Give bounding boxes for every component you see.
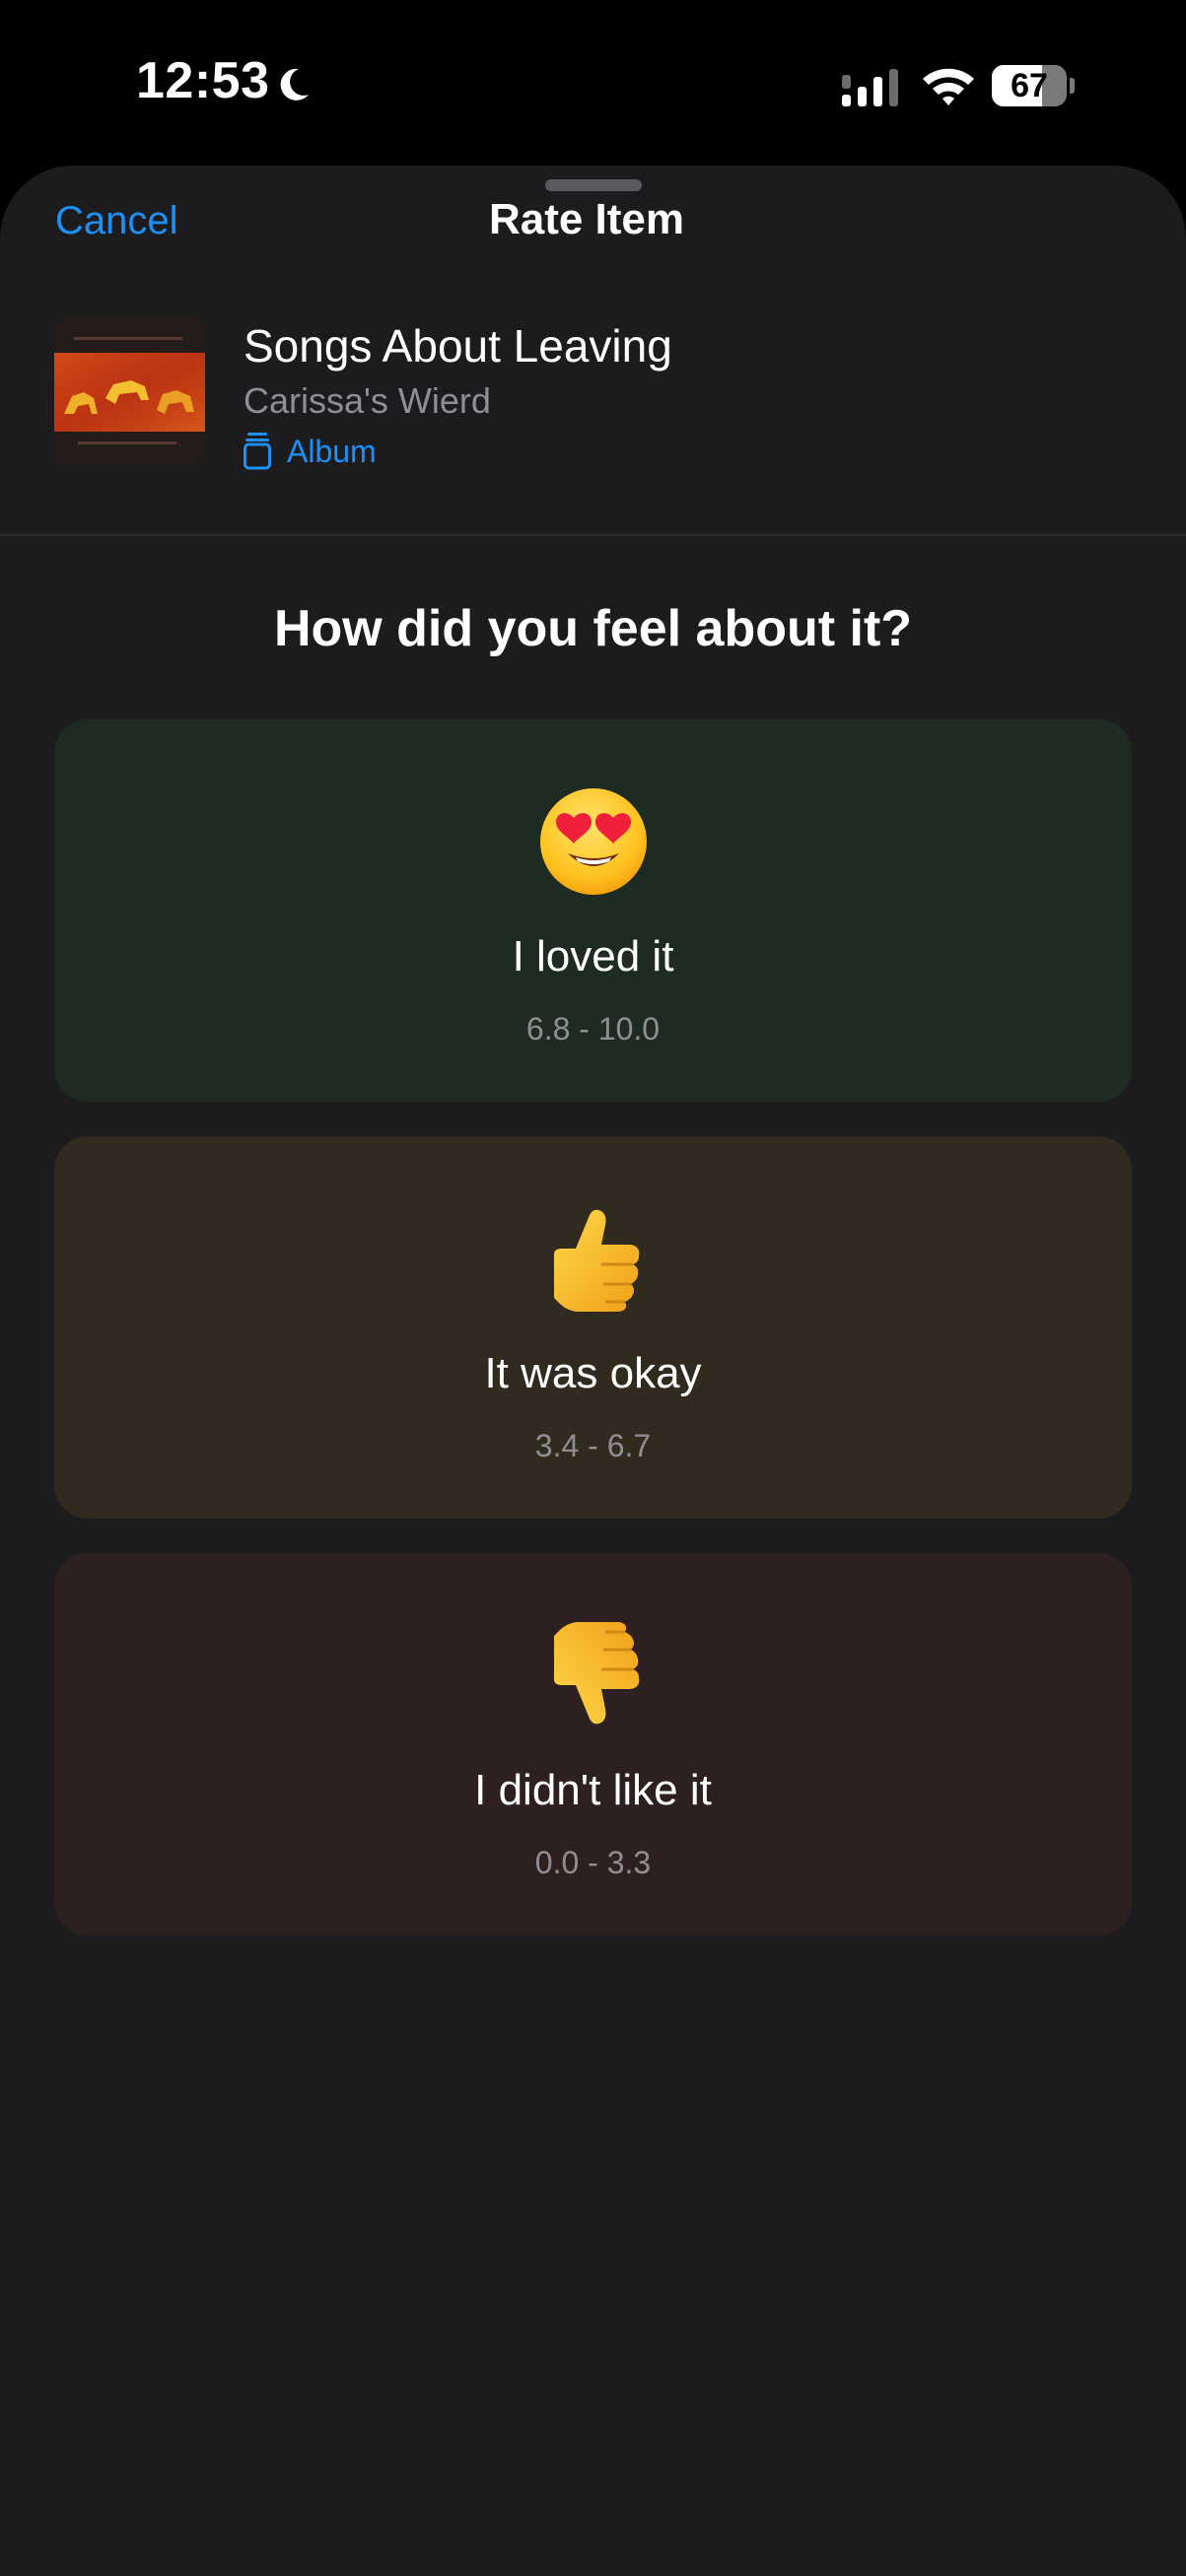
battery-icon: 67	[992, 65, 1075, 106]
option-label: I loved it	[512, 932, 674, 981]
option-range: 6.8 - 10.0	[525, 1011, 661, 1047]
item-type: Album	[244, 432, 377, 471]
option-label: It was okay	[484, 1349, 702, 1397]
item-type-label: Album	[287, 433, 377, 469]
battery-level: 67	[1011, 67, 1048, 104]
option-loved-it[interactable]: I loved it 6.8 - 10.0	[54, 719, 1132, 1102]
option-didnt-like-it[interactable]: I didn't like it 0.0 - 3.3	[54, 1553, 1132, 1935]
divider	[0, 534, 1186, 536]
cellular-signal-icon	[842, 69, 898, 106]
item-artist: Carissa's Wierd	[244, 380, 491, 421]
option-it-was-okay[interactable]: It was okay 3.4 - 6.7	[54, 1136, 1132, 1519]
sheet-grabber[interactable]	[545, 179, 642, 191]
option-label: I didn't like it	[474, 1766, 712, 1814]
rate-item-sheet: Cancel Rate Item Songs About Leaving Car…	[0, 166, 1186, 2576]
rating-question: How did you feel about it?	[273, 600, 913, 657]
thumbs-up-icon	[54, 1201, 1132, 1316]
heart-eyes-face-icon	[54, 784, 1132, 899]
option-range: 3.4 - 6.7	[534, 1428, 652, 1463]
battery-cap	[1070, 78, 1075, 94]
item-header: Songs About Leaving Carissa's Wierd Albu…	[0, 315, 1186, 471]
album-icon	[244, 433, 271, 470]
item-title: Songs About Leaving	[244, 320, 672, 372]
battery-body: 67	[992, 65, 1067, 106]
thumbs-down-icon	[54, 1618, 1132, 1732]
album-artwork	[54, 315, 205, 466]
option-range: 0.0 - 3.3	[534, 1845, 652, 1880]
status-time: 12:53	[136, 52, 270, 109]
status-bar: 12:53 67	[0, 0, 1186, 158]
sheet-title: Rate Item	[488, 195, 685, 243]
screen: 12:53 67 Cancel Rate Item Songs About Le…	[0, 0, 1186, 2576]
moon-icon	[280, 68, 309, 101]
wifi-icon	[923, 68, 974, 105]
